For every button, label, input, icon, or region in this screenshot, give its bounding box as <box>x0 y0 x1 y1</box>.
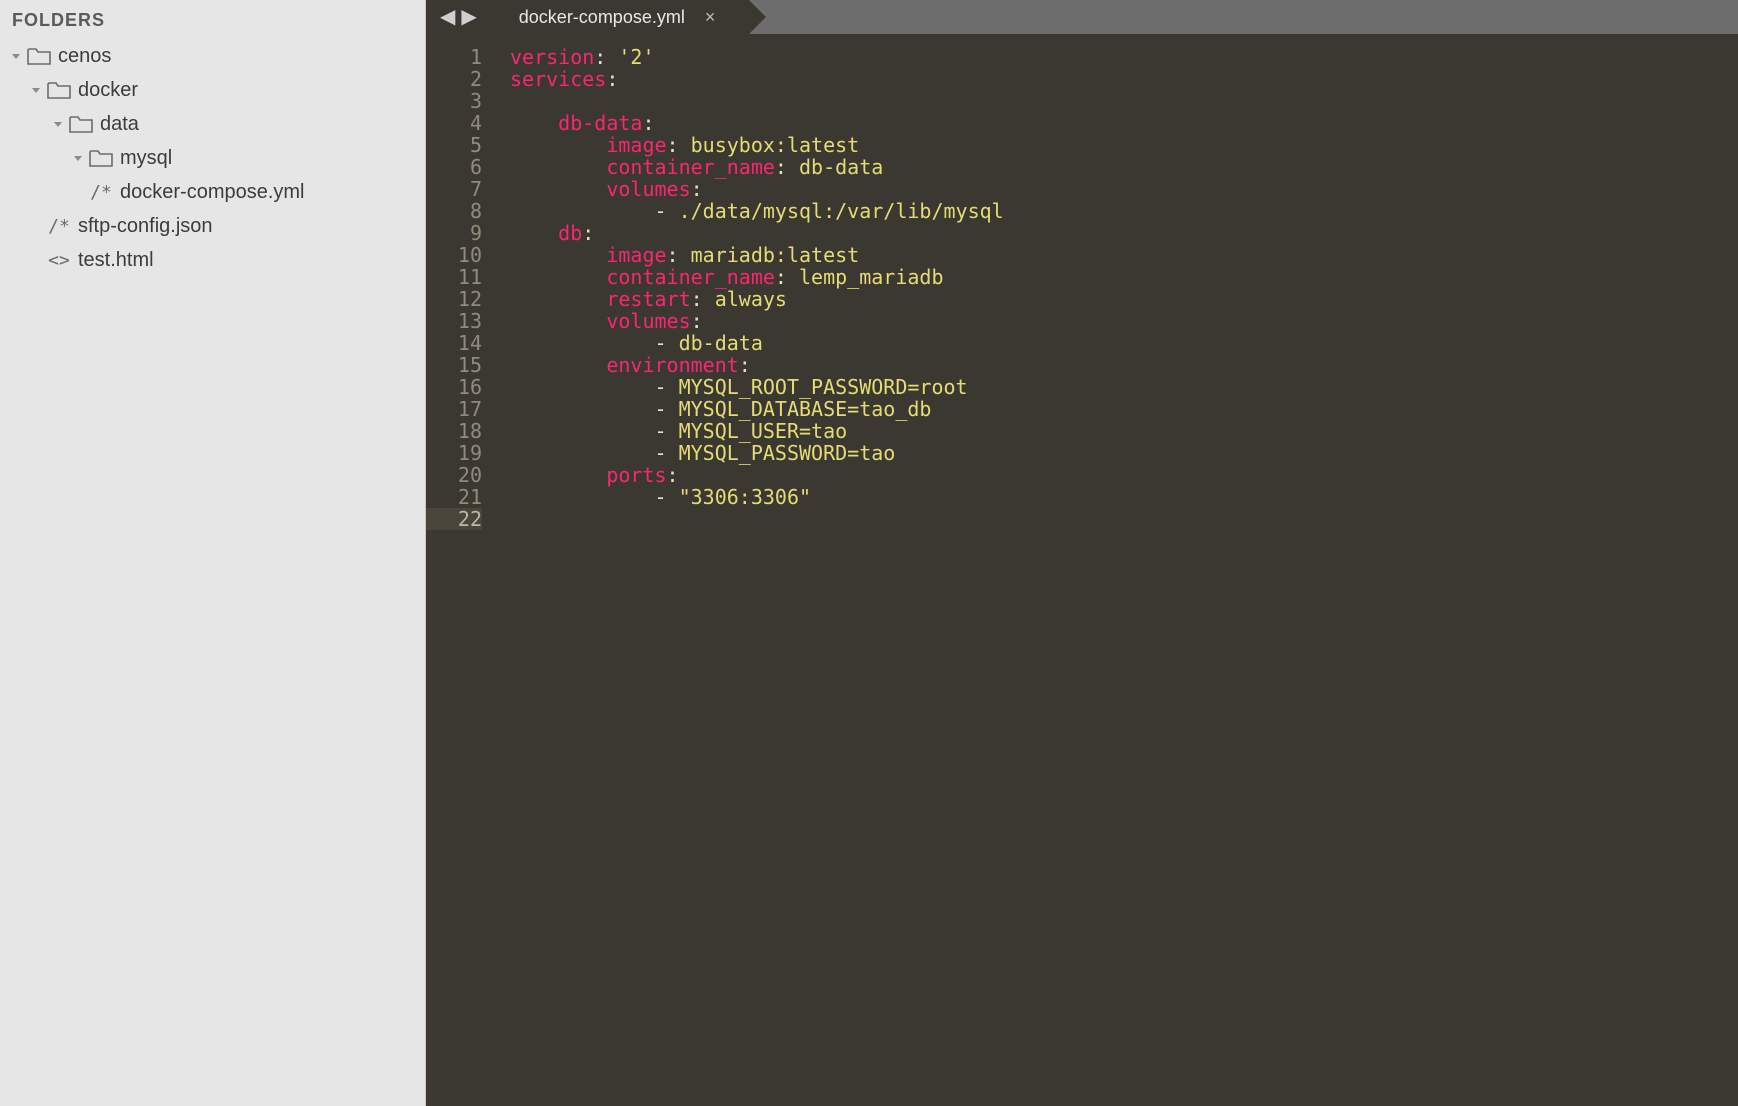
code-line: db: <box>510 222 1738 244</box>
code-line: - MYSQL_ROOT_PASSWORD=root <box>510 376 1738 398</box>
code-line: services: <box>510 68 1738 90</box>
line-number: 12 <box>426 288 482 310</box>
line-number: 6 <box>426 156 482 178</box>
file-item-sftp-config.json[interactable]: /* sftp-config.json <box>0 209 425 243</box>
code-line: environment: <box>510 354 1738 376</box>
sidebar-header: FOLDERS <box>0 0 425 39</box>
line-number-gutter: 12345678910111213141516171819202122 <box>426 34 490 1106</box>
code-line: ports: <box>510 464 1738 486</box>
tree-item-label: data <box>100 113 139 136</box>
line-number: 17 <box>426 398 482 420</box>
line-number: 9 <box>426 222 482 244</box>
line-number: 18 <box>426 420 482 442</box>
code-line <box>510 90 1738 112</box>
disclosure-triangle-icon[interactable] <box>28 218 44 234</box>
line-number: 5 <box>426 134 482 156</box>
code-line: restart: always <box>510 288 1738 310</box>
line-number: 10 <box>426 244 482 266</box>
tree-item-label: test.html <box>78 249 154 272</box>
code-line <box>510 508 1738 530</box>
code-line: volumes: <box>510 178 1738 200</box>
app-root: FOLDERS cenos docker data mysql /* docker-com… <box>0 0 1738 1106</box>
tree-item-label: docker <box>78 79 138 102</box>
code-line: image: busybox:latest <box>510 134 1738 156</box>
file-item-docker-compose.yml[interactable]: /* docker-compose.yml <box>0 175 425 209</box>
line-number: 7 <box>426 178 482 200</box>
line-number: 14 <box>426 332 482 354</box>
line-number: 1 <box>426 46 482 68</box>
folder-tree: cenos docker data mysql /* docker-compose.yml… <box>0 39 425 277</box>
code-line: container_name: lemp_mariadb <box>510 266 1738 288</box>
line-number: 3 <box>426 90 482 112</box>
code-line: - MYSQL_PASSWORD=tao <box>510 442 1738 464</box>
code-line: image: mariadb:latest <box>510 244 1738 266</box>
disclosure-triangle-icon[interactable] <box>28 252 44 268</box>
line-number: 22 <box>426 508 482 530</box>
code-line: db-data: <box>510 112 1738 134</box>
code-line: version: '2' <box>510 46 1738 68</box>
line-number: 21 <box>426 486 482 508</box>
code-line: - db-data <box>510 332 1738 354</box>
line-number: 13 <box>426 310 482 332</box>
editor-area: ◀ ▶ docker-compose.yml × 123456789101112… <box>426 0 1738 1106</box>
folder-icon <box>88 147 114 169</box>
disclosure-triangle-icon[interactable] <box>8 48 24 64</box>
tab-bar: ◀ ▶ docker-compose.yml × <box>426 0 1738 34</box>
code-content[interactable]: version: '2'services: db-data: image: bu… <box>490 34 1738 1106</box>
tree-item-label: mysql <box>120 147 172 170</box>
close-icon[interactable]: × <box>705 7 716 28</box>
code-pane: 12345678910111213141516171819202122 vers… <box>426 34 1738 1106</box>
line-number: 2 <box>426 68 482 90</box>
code-line: - MYSQL_DATABASE=tao_db <box>510 398 1738 420</box>
tree-item-label: docker-compose.yml <box>120 181 305 204</box>
nav-forward-icon[interactable]: ▶ <box>461 7 476 27</box>
disclosure-triangle-icon[interactable] <box>50 116 66 132</box>
folder-item-data[interactable]: data <box>0 107 425 141</box>
code-line: - MYSQL_USER=tao <box>510 420 1738 442</box>
code-line: - ./data/mysql:/var/lib/mysql <box>510 200 1738 222</box>
folders-sidebar: FOLDERS cenos docker data mysql /* docker-com… <box>0 0 426 1106</box>
disclosure-triangle-icon[interactable] <box>70 184 86 200</box>
file-type-icon: /* <box>46 216 72 237</box>
line-number: 20 <box>426 464 482 486</box>
folder-item-cenos[interactable]: cenos <box>0 39 425 73</box>
tree-item-label: sftp-config.json <box>78 215 213 238</box>
tree-item-label: cenos <box>58 45 111 68</box>
code-line: volumes: <box>510 310 1738 332</box>
tab-active[interactable]: docker-compose.yml × <box>491 0 750 34</box>
file-type-icon: /* <box>88 182 114 203</box>
disclosure-triangle-icon[interactable] <box>28 82 44 98</box>
tab-nav-arrows: ◀ ▶ <box>426 0 491 34</box>
line-number: 11 <box>426 266 482 288</box>
code-line: container_name: db-data <box>510 156 1738 178</box>
line-number: 19 <box>426 442 482 464</box>
line-number: 8 <box>426 200 482 222</box>
nav-back-icon[interactable]: ◀ <box>440 7 455 27</box>
tab-title: docker-compose.yml <box>519 7 685 28</box>
folder-icon <box>26 45 52 67</box>
line-number: 16 <box>426 376 482 398</box>
file-type-icon: <> <box>46 250 72 271</box>
line-number: 15 <box>426 354 482 376</box>
folder-icon <box>46 79 72 101</box>
disclosure-triangle-icon[interactable] <box>70 150 86 166</box>
folder-icon <box>68 113 94 135</box>
line-number: 4 <box>426 112 482 134</box>
code-line: - "3306:3306" <box>510 486 1738 508</box>
folder-item-mysql[interactable]: mysql <box>0 141 425 175</box>
file-item-test.html[interactable]: <> test.html <box>0 243 425 277</box>
folder-item-docker[interactable]: docker <box>0 73 425 107</box>
